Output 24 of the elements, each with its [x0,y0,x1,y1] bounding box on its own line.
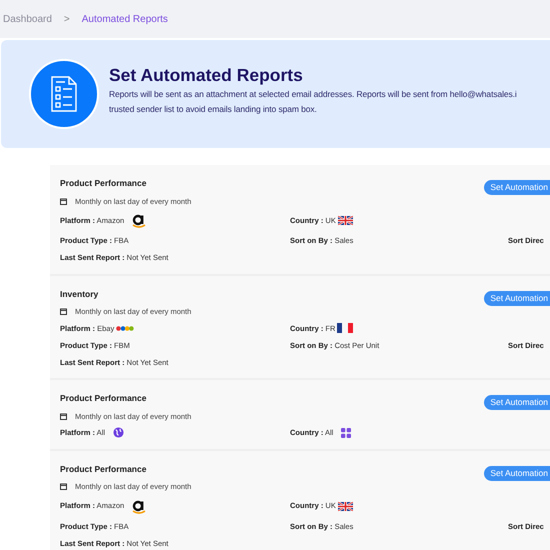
breadcrumb-link[interactable]: Automated Reports [82,12,168,26]
report-title: Product Performance [60,462,146,476]
flag-icon [337,323,354,334]
calendar-icon [60,308,67,316]
calendar-icon [60,483,67,490]
breadcrumb-separator: > [64,12,70,26]
marketplace-logo-icon [116,324,134,332]
report-title: Inventory [60,288,98,300]
calendar-icon [60,413,67,420]
page-description: trusted sender list to avoid emails landing into spam box. [109,102,318,116]
breadcrumb-link[interactable]: Dashboard [3,12,52,26]
flag-icon [338,216,353,225]
report-title: Product Performance [60,177,146,190]
amazon-logo-icon [132,212,146,229]
set-automation-button[interactable]: Set Automation [484,466,550,480]
flag-icon [338,502,353,510]
report-title: Product Performance [60,392,146,405]
set-automation-button[interactable]: Set Automation [484,180,550,195]
calendar-icon [60,198,67,205]
set-automation-button[interactable]: Set Automation [484,290,550,306]
grid-icon [341,428,352,438]
set-automation-button[interactable]: Set Automation [484,395,550,410]
page-title: Set Automated Reports [109,65,304,87]
page-description: Reports will be sent as an attachment at selected email addresses. Reports will be sent from hello@whatsales.i [109,88,517,101]
